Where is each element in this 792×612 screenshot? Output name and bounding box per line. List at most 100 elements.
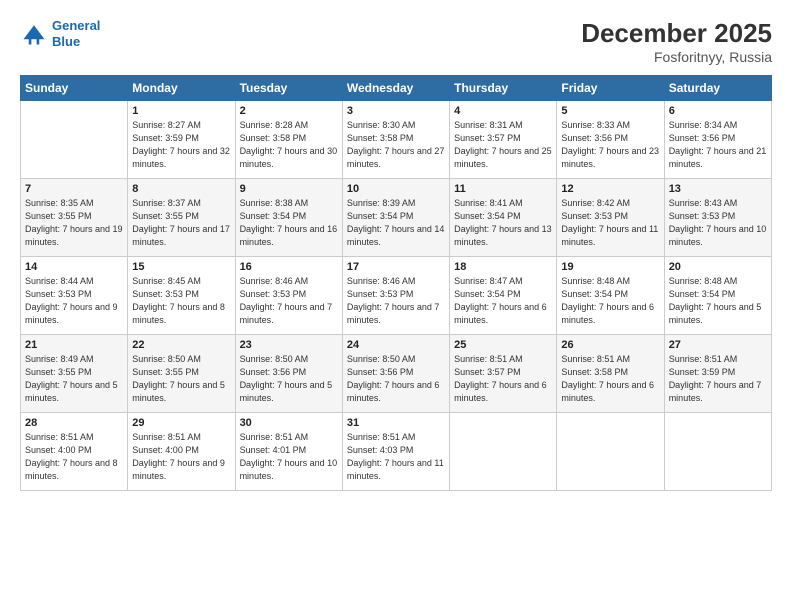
day-cell: 26 Sunrise: 8:51 AMSunset: 3:58 PMDayligh… bbox=[557, 335, 664, 413]
day-cell: 25Sunrise: 8:51 AMSunset: 3:57 PMDayligh… bbox=[450, 335, 557, 413]
day-number: 27 bbox=[669, 339, 767, 351]
day-cell: 24 Sunrise: 8:50 AMSunset: 3:56 PMDayligh… bbox=[342, 335, 449, 413]
day-info: Sunrise: 8:42 AMSunset: 3:53 PMDaylight:… bbox=[561, 197, 659, 249]
day-number: 1 bbox=[132, 105, 230, 117]
day-cell: 7 Sunrise: 8:35 AMSunset: 3:55 PMDaylight… bbox=[21, 179, 128, 257]
day-cell: 4Sunrise: 8:31 AMSunset: 3:57 PMDaylight… bbox=[450, 101, 557, 179]
day-info: Sunrise: 8:51 AMSunset: 4:01 PMDaylight:… bbox=[240, 431, 338, 483]
day-cell: 31Sunrise: 8:51 AMSunset: 4:03 PMDayligh… bbox=[342, 413, 449, 491]
day-cell: 28Sunrise: 8:51 AMSunset: 4:00 PMDayligh… bbox=[21, 413, 128, 491]
logo-general: General bbox=[52, 18, 100, 33]
logo-text: General Blue bbox=[52, 18, 100, 49]
day-info: Sunrise: 8:37 AMSunset: 3:55 PMDaylight:… bbox=[132, 197, 230, 249]
day-cell: 17 Sunrise: 8:46 AMSunset: 3:53 PMDayligh… bbox=[342, 257, 449, 335]
day-cell bbox=[557, 413, 664, 491]
title-block: December 2025 Fosforitnyy, Russia bbox=[581, 18, 772, 65]
day-info: Sunrise: 8:39 AMSunset: 3:54 PMDaylight:… bbox=[347, 197, 445, 249]
day-info: Sunrise: 8:46 AMSunset: 3:53 PMDaylight:… bbox=[347, 275, 445, 327]
col-header-saturday: Saturday bbox=[664, 76, 771, 101]
day-info: Sunrise: 8:51 AMSunset: 4:00 PMDaylight:… bbox=[132, 431, 230, 483]
day-cell: 9 Sunrise: 8:38 AMSunset: 3:54 PMDaylight… bbox=[235, 179, 342, 257]
day-info: Sunrise: 8:38 AMSunset: 3:54 PMDaylight:… bbox=[240, 197, 338, 249]
day-number: 24 bbox=[347, 339, 445, 351]
day-cell: 22Sunrise: 8:50 AMSunset: 3:55 PMDayligh… bbox=[128, 335, 235, 413]
col-header-friday: Friday bbox=[557, 76, 664, 101]
logo: General Blue bbox=[20, 18, 100, 49]
col-header-thursday: Thursday bbox=[450, 76, 557, 101]
day-number: 26 bbox=[561, 339, 659, 351]
day-number: 8 bbox=[132, 183, 230, 195]
day-cell: 29 Sunrise: 8:51 AMSunset: 4:00 PMDayligh… bbox=[128, 413, 235, 491]
day-number: 29 bbox=[132, 417, 230, 429]
day-number: 23 bbox=[240, 339, 338, 351]
day-info: Sunrise: 8:51 AMSunset: 3:58 PMDaylight:… bbox=[561, 353, 659, 405]
day-cell: 14 Sunrise: 8:44 AMSunset: 3:53 PMDayligh… bbox=[21, 257, 128, 335]
day-info: Sunrise: 8:44 AMSunset: 3:53 PMDaylight:… bbox=[25, 275, 123, 327]
col-header-tuesday: Tuesday bbox=[235, 76, 342, 101]
day-info: Sunrise: 8:35 AMSunset: 3:55 PMDaylight:… bbox=[25, 197, 123, 249]
day-number: 12 bbox=[561, 183, 659, 195]
day-number: 4 bbox=[454, 105, 552, 117]
logo-blue: Blue bbox=[52, 34, 100, 50]
day-number: 3 bbox=[347, 105, 445, 117]
week-row-2: 14 Sunrise: 8:44 AMSunset: 3:53 PMDayligh… bbox=[21, 257, 772, 335]
day-number: 19 bbox=[561, 261, 659, 273]
logo-icon bbox=[20, 20, 48, 48]
day-number: 5 bbox=[561, 105, 659, 117]
day-cell: 19 Sunrise: 8:48 AMSunset: 3:54 PMDayligh… bbox=[557, 257, 664, 335]
day-cell: 27 Sunrise: 8:51 AMSunset: 3:59 PMDayligh… bbox=[664, 335, 771, 413]
day-number: 25 bbox=[454, 339, 552, 351]
day-info: Sunrise: 8:28 AMSunset: 3:58 PMDaylight:… bbox=[240, 119, 338, 171]
day-cell: 16 Sunrise: 8:46 AMSunset: 3:53 PMDayligh… bbox=[235, 257, 342, 335]
day-number: 31 bbox=[347, 417, 445, 429]
day-number: 7 bbox=[25, 183, 123, 195]
day-cell: 6 Sunrise: 8:34 AMSunset: 3:56 PMDaylight… bbox=[664, 101, 771, 179]
day-info: Sunrise: 8:50 AMSunset: 3:55 PMDaylight:… bbox=[132, 353, 230, 405]
week-row-1: 7 Sunrise: 8:35 AMSunset: 3:55 PMDaylight… bbox=[21, 179, 772, 257]
day-cell: 20Sunrise: 8:48 AMSunset: 3:54 PMDayligh… bbox=[664, 257, 771, 335]
day-cell: 5Sunrise: 8:33 AMSunset: 3:56 PMDaylight… bbox=[557, 101, 664, 179]
day-number: 17 bbox=[347, 261, 445, 273]
day-number: 20 bbox=[669, 261, 767, 273]
header: General Blue December 2025 Fosforitnyy, … bbox=[20, 18, 772, 65]
day-cell: 15 Sunrise: 8:45 AMSunset: 3:53 PMDayligh… bbox=[128, 257, 235, 335]
day-info: Sunrise: 8:30 AMSunset: 3:58 PMDaylight:… bbox=[347, 119, 445, 171]
day-info: Sunrise: 8:45 AMSunset: 3:53 PMDaylight:… bbox=[132, 275, 230, 327]
day-info: Sunrise: 8:46 AMSunset: 3:53 PMDaylight:… bbox=[240, 275, 338, 327]
day-number: 15 bbox=[132, 261, 230, 273]
day-cell: 10 Sunrise: 8:39 AMSunset: 3:54 PMDayligh… bbox=[342, 179, 449, 257]
location: Fosforitnyy, Russia bbox=[581, 49, 772, 65]
calendar-table: SundayMondayTuesdayWednesdayThursdayFrid… bbox=[20, 75, 772, 491]
day-info: Sunrise: 8:51 AMSunset: 3:59 PMDaylight:… bbox=[669, 353, 767, 405]
day-number: 10 bbox=[347, 183, 445, 195]
day-info: Sunrise: 8:27 AMSunset: 3:59 PMDaylight:… bbox=[132, 119, 230, 171]
day-cell: 23 Sunrise: 8:50 AMSunset: 3:56 PMDayligh… bbox=[235, 335, 342, 413]
day-number: 6 bbox=[669, 105, 767, 117]
day-number: 14 bbox=[25, 261, 123, 273]
day-info: Sunrise: 8:50 AMSunset: 3:56 PMDaylight:… bbox=[347, 353, 445, 405]
day-number: 9 bbox=[240, 183, 338, 195]
day-cell: 13Sunrise: 8:43 AMSunset: 3:53 PMDayligh… bbox=[664, 179, 771, 257]
day-cell: 18 Sunrise: 8:47 AMSunset: 3:54 PMDayligh… bbox=[450, 257, 557, 335]
header-row: SundayMondayTuesdayWednesdayThursdayFrid… bbox=[21, 76, 772, 101]
day-info: Sunrise: 8:48 AMSunset: 3:54 PMDaylight:… bbox=[561, 275, 659, 327]
page: General Blue December 2025 Fosforitnyy, … bbox=[0, 0, 792, 612]
day-info: Sunrise: 8:41 AMSunset: 3:54 PMDaylight:… bbox=[454, 197, 552, 249]
day-number: 30 bbox=[240, 417, 338, 429]
day-number: 18 bbox=[454, 261, 552, 273]
col-header-sunday: Sunday bbox=[21, 76, 128, 101]
day-cell: 11Sunrise: 8:41 AMSunset: 3:54 PMDayligh… bbox=[450, 179, 557, 257]
day-info: Sunrise: 8:34 AMSunset: 3:56 PMDaylight:… bbox=[669, 119, 767, 171]
day-number: 21 bbox=[25, 339, 123, 351]
day-cell: 1 Sunrise: 8:27 AMSunset: 3:59 PMDaylight… bbox=[128, 101, 235, 179]
week-row-3: 21 Sunrise: 8:49 AMSunset: 3:55 PMDayligh… bbox=[21, 335, 772, 413]
day-info: Sunrise: 8:47 AMSunset: 3:54 PMDaylight:… bbox=[454, 275, 552, 327]
day-cell bbox=[450, 413, 557, 491]
day-info: Sunrise: 8:50 AMSunset: 3:56 PMDaylight:… bbox=[240, 353, 338, 405]
day-cell: 8 Sunrise: 8:37 AMSunset: 3:55 PMDaylight… bbox=[128, 179, 235, 257]
day-info: Sunrise: 8:49 AMSunset: 3:55 PMDaylight:… bbox=[25, 353, 123, 405]
day-info: Sunrise: 8:43 AMSunset: 3:53 PMDaylight:… bbox=[669, 197, 767, 249]
day-number: 16 bbox=[240, 261, 338, 273]
week-row-0: 1 Sunrise: 8:27 AMSunset: 3:59 PMDaylight… bbox=[21, 101, 772, 179]
month-year: December 2025 bbox=[581, 18, 772, 49]
